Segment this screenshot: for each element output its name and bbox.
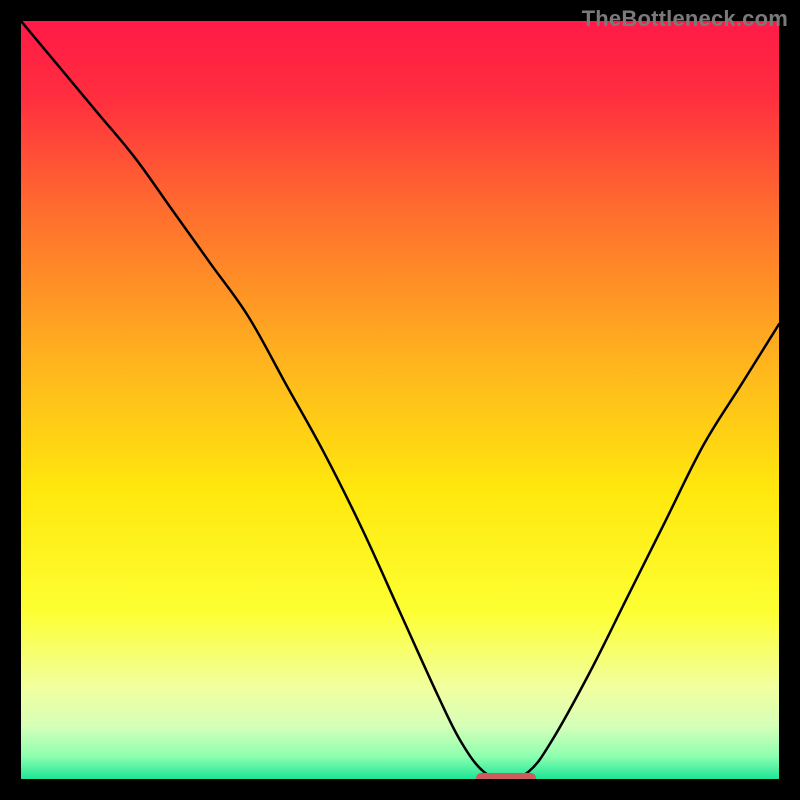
chart-container: TheBottleneck.com: [0, 0, 800, 800]
watermark-text: TheBottleneck.com: [582, 6, 788, 32]
plot-area: [21, 21, 779, 779]
optimal-marker: [476, 773, 537, 779]
bottleneck-curve: [21, 21, 779, 779]
